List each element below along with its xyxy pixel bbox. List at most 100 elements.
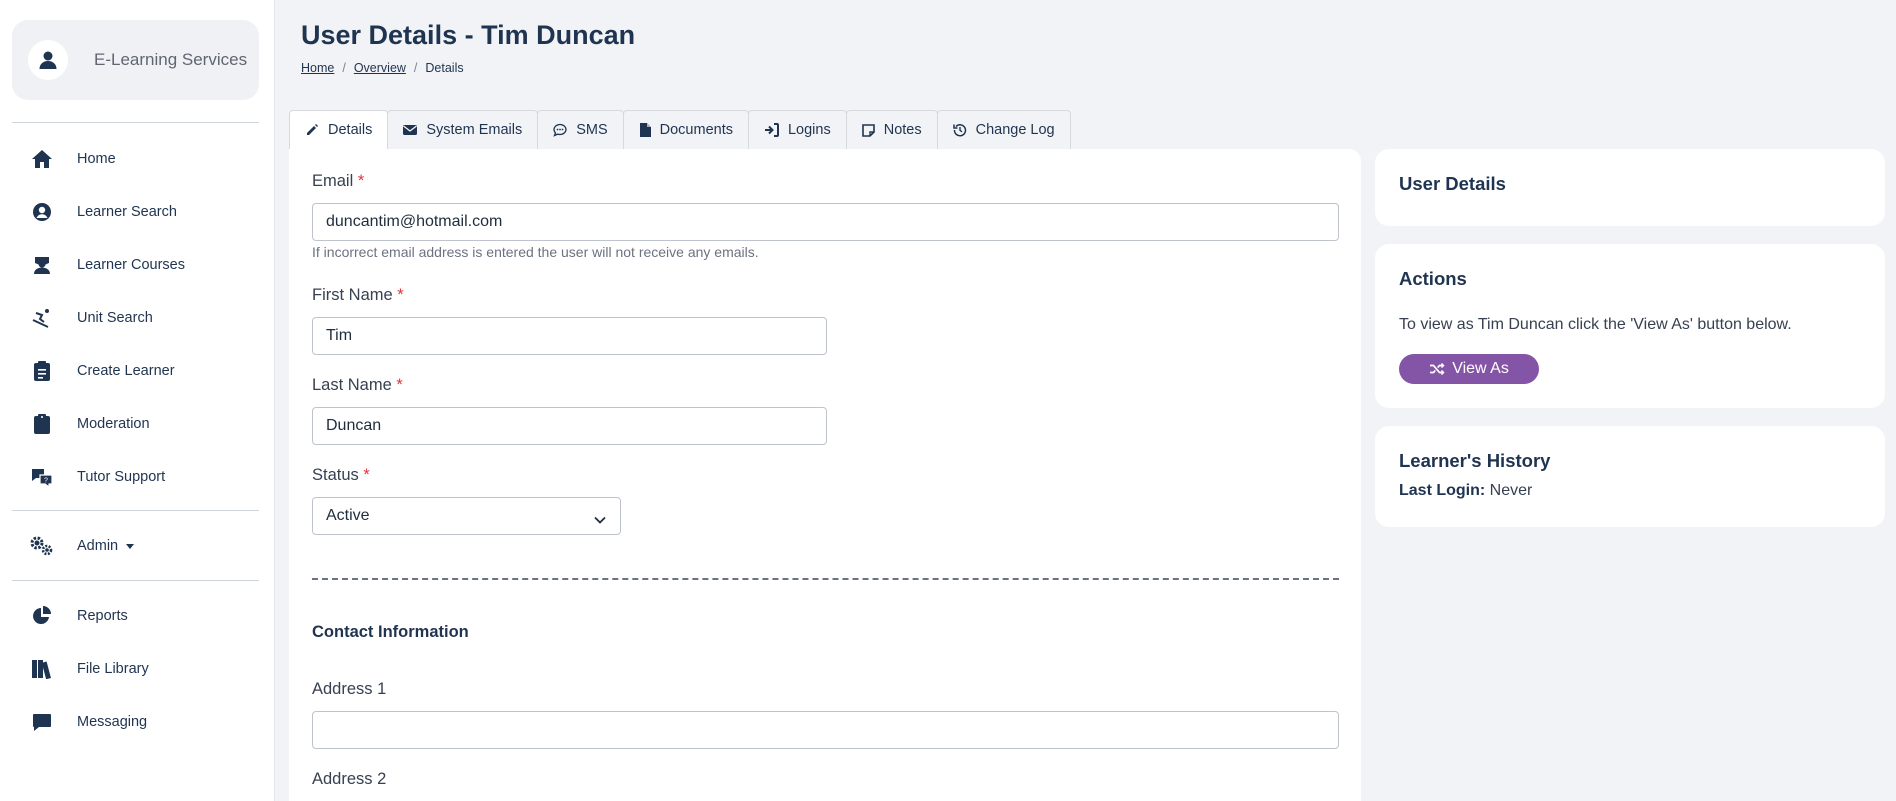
required-marker: * <box>363 466 370 484</box>
skiing-icon <box>30 306 54 330</box>
sidebar-item-label: Unit Search <box>77 310 153 326</box>
user-icon <box>28 40 68 80</box>
last-login-label: Last Login: <box>1399 482 1486 499</box>
actions-description: To view as Tim Duncan click the 'View As… <box>1399 316 1792 333</box>
sidebar-item-create-learner[interactable]: Create Learner <box>12 351 259 391</box>
sidebar-item-label: Moderation <box>77 416 150 432</box>
details-form-card: Email * duncantim@hotmail.com If incorre… <box>289 149 1361 801</box>
required-marker: * <box>357 172 365 190</box>
breadcrumb: Home / Overview / Details <box>301 61 464 75</box>
chevron-down-icon <box>594 511 606 529</box>
sidebar-divider <box>12 122 259 123</box>
tab-label: Details <box>328 122 373 138</box>
graduate-icon <box>30 253 54 277</box>
view-as-button[interactable]: View As <box>1399 354 1539 384</box>
address2-label: Address 2 <box>312 770 387 788</box>
breadcrumb-separator: / <box>342 61 346 75</box>
brand-name: E-Learning Services <box>94 50 248 69</box>
clipboard-list-icon <box>30 359 54 383</box>
email-hint: If incorrect email address is entered th… <box>312 244 759 260</box>
sidebar-item-label: Create Learner <box>77 363 175 379</box>
tab-sms[interactable]: SMS <box>537 110 624 149</box>
sidebar-item-admin[interactable]: Admin <box>12 526 259 566</box>
file-icon <box>639 123 651 137</box>
tab-documents[interactable]: Documents <box>622 110 749 149</box>
sidebar-divider <box>12 580 259 581</box>
sidebar-item-unit-search[interactable]: Unit Search <box>12 298 259 338</box>
clipboard-icon <box>30 412 54 436</box>
email-field[interactable]: duncantim@hotmail.com <box>312 203 1339 241</box>
email-label: Email * <box>312 172 365 190</box>
caret-down-icon <box>126 543 135 549</box>
comments-question-icon: ? <box>30 465 54 489</box>
required-marker: * <box>397 286 404 304</box>
tab-label: System Emails <box>426 122 523 138</box>
sidebar-item-label: Home <box>77 151 116 167</box>
envelope-icon <box>403 124 418 136</box>
sticky-note-icon <box>861 123 875 137</box>
pie-chart-icon <box>30 604 54 628</box>
sidebar-item-label: Learner Courses <box>77 257 185 273</box>
last-login-value: Never <box>1489 482 1533 499</box>
sidebar-item-label: Tutor Support <box>77 469 166 485</box>
page-title: User Details - Tim Duncan <box>301 20 636 50</box>
history-icon <box>952 123 967 137</box>
comment-dots-icon <box>553 123 567 137</box>
user-circle-icon <box>30 200 54 224</box>
address1-field[interactable] <box>312 711 1339 749</box>
tab-notes[interactable]: Notes <box>845 110 938 149</box>
sidebar-item-home[interactable]: Home <box>12 139 259 179</box>
sidebar-item-moderation[interactable]: Moderation <box>12 404 259 444</box>
tab-change-log[interactable]: Change Log <box>936 110 1071 149</box>
sidebar-item-messaging[interactable]: Messaging <box>12 702 259 742</box>
tab-label: Logins <box>787 122 831 138</box>
breadcrumb-current: Details <box>425 61 464 75</box>
tab-label: Documents <box>659 122 733 138</box>
contact-information-heading: Contact Information <box>312 623 469 641</box>
tab-label: SMS <box>576 122 608 138</box>
sidebar: E-Learning Services Home Learner Search … <box>0 0 275 801</box>
status-select-value: Active <box>326 507 370 524</box>
tab-system-emails[interactable]: System Emails <box>387 110 539 149</box>
sidebar-item-label: Reports <box>77 608 128 624</box>
actions-card: Actions To view as Tim Duncan click the … <box>1375 244 1885 408</box>
tab-details[interactable]: Details <box>289 110 389 149</box>
breadcrumb-overview[interactable]: Overview <box>354 61 406 75</box>
sidebar-item-tutor-support[interactable]: ? Tutor Support <box>12 457 259 497</box>
sidebar-item-file-library[interactable]: File Library <box>12 649 259 689</box>
last-name-field[interactable]: Duncan <box>312 407 827 445</box>
sign-in-icon <box>764 123 779 137</box>
view-as-label: View As <box>1452 360 1509 377</box>
required-marker: * <box>396 376 403 394</box>
learner-history-title: Learner's History <box>1399 450 1551 471</box>
books-icon <box>30 657 54 681</box>
sidebar-item-label: Learner Search <box>77 204 177 220</box>
tab-bar: Details System Emails SMS Documents Logi… <box>289 110 1071 149</box>
tab-label: Notes <box>883 122 922 138</box>
sidebar-item-label: File Library <box>77 661 149 677</box>
tab-label: Change Log <box>975 122 1055 138</box>
brand-card[interactable]: E-Learning Services <box>12 20 259 100</box>
breadcrumb-home[interactable]: Home <box>301 61 334 75</box>
tab-logins[interactable]: Logins <box>747 110 847 149</box>
sidebar-item-learner-search[interactable]: Learner Search <box>12 192 259 232</box>
sidebar-item-reports[interactable]: Reports <box>12 596 259 636</box>
breadcrumb-separator: / <box>413 61 418 75</box>
sidebar-item-learner-courses[interactable]: Learner Courses <box>12 245 259 285</box>
first-name-field[interactable]: Tim <box>312 317 827 355</box>
status-label: Status * <box>312 466 370 484</box>
section-divider <box>312 578 1339 580</box>
address1-label: Address 1 <box>312 680 387 698</box>
sidebar-divider <box>12 510 259 511</box>
user-details-card: User Details <box>1375 149 1885 226</box>
learner-history-card: Learner's History Last Login: Never <box>1375 426 1885 527</box>
first-name-label: First Name * <box>312 286 404 304</box>
status-select[interactable]: Active <box>312 497 621 535</box>
last-name-label: Last Name * <box>312 376 403 394</box>
sidebar-item-label: Messaging <box>77 714 148 730</box>
message-icon <box>30 710 54 734</box>
sidebar-item-label: Admin <box>77 538 135 554</box>
shuffle-icon <box>1429 362 1445 376</box>
last-login-row: Last Login: Never <box>1399 482 1532 500</box>
home-icon <box>30 147 54 171</box>
